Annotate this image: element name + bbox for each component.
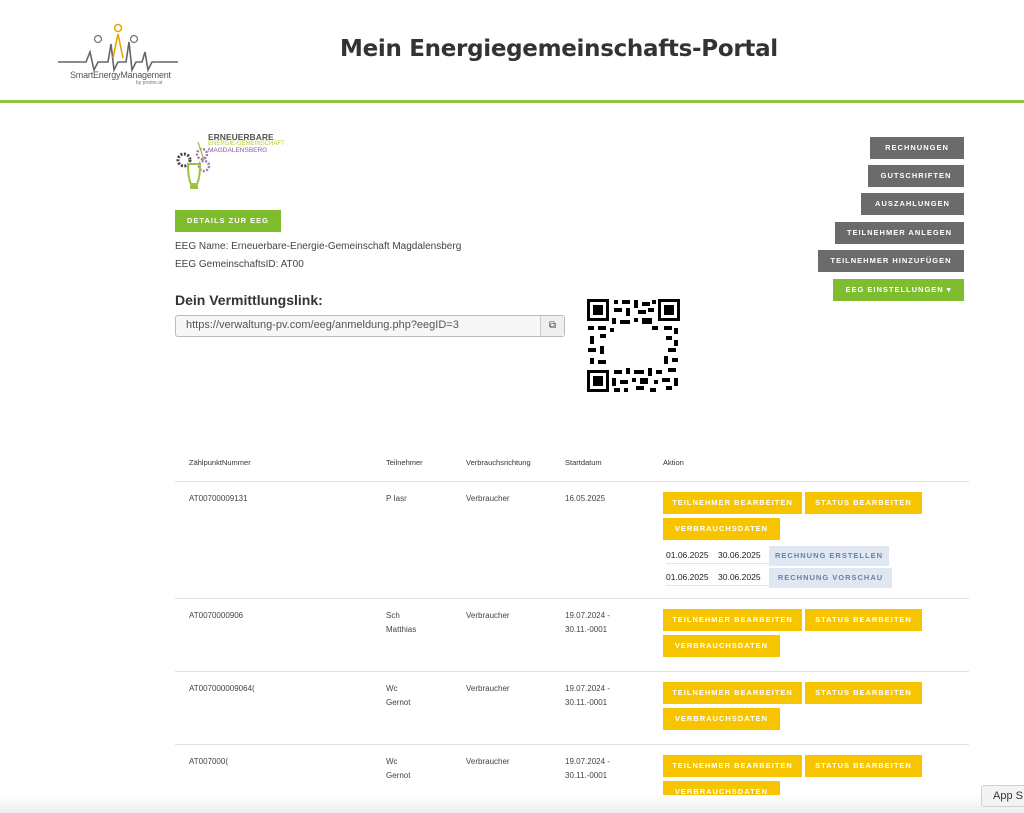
- richtung-cell: Verbraucher: [466, 494, 510, 503]
- row-divider: [175, 481, 969, 482]
- teilnehmer-bearbeiten-button[interactable]: TEILNEHMER BEARBEITEN: [663, 492, 802, 514]
- col-header-teilnehmer[interactable]: Teilnehmer: [386, 458, 423, 467]
- verbrauchsdaten-button[interactable]: VERBRAUCHSDATEN: [663, 518, 780, 540]
- logo-wordmark: SmartEnergyManagement: [70, 70, 171, 80]
- teilnehmer-cell: Wc: [386, 757, 398, 766]
- bottom-shadow-bar: [0, 795, 1024, 813]
- enddatum-cell: 30.11.-0001: [565, 625, 608, 634]
- verbrauchsdaten-button[interactable]: VERBRAUCHSDATEN: [663, 708, 780, 730]
- logo-subtitle: by promo.at: [136, 80, 163, 86]
- referral-link-field[interactable]: https://verwaltung-pv.com/eeg/anmeldung.…: [175, 315, 565, 337]
- richtung-cell: Verbraucher: [466, 757, 510, 766]
- startdatum-cell: 19.07.2024 -: [565, 684, 610, 693]
- page-title: Mein Energiegemeinschafts-Portal: [340, 36, 778, 62]
- top-header: SmartEnergyManagement by promo.at Mein E…: [0, 0, 1024, 103]
- startdatum-cell: 19.07.2024 -: [565, 757, 610, 766]
- copy-icon[interactable]: ⧉: [540, 316, 564, 336]
- richtung-cell: Verbraucher: [466, 611, 510, 620]
- eeg-id: EEG GemeinschaftsID: AT00: [175, 259, 304, 270]
- teilnehmer-firstname-cell: Matthias: [386, 625, 417, 634]
- gutschriften-button[interactable]: GUTSCHRIFTEN: [868, 165, 964, 187]
- rechnungen-button[interactable]: RECHNUNGEN: [870, 137, 964, 159]
- col-header-startdatum[interactable]: Startdatum: [565, 458, 602, 467]
- preview-from-date-field[interactable]: 01.06.2025: [666, 568, 718, 586]
- startdatum-cell: 19.07.2024 -: [565, 611, 610, 620]
- zaehlpunkt-cell: AT007000009064(: [189, 684, 255, 693]
- teilnehmer-bearbeiten-button[interactable]: TEILNEHMER BEARBEITEN: [663, 755, 802, 777]
- row-divider: [175, 671, 969, 672]
- rechnung-vorschau-button[interactable]: RECHNUNG VORSCHAU: [769, 568, 892, 588]
- col-header-aktion[interactable]: Aktion: [663, 458, 684, 467]
- teilnehmer-bearbeiten-button[interactable]: TEILNEHMER BEARBEITEN: [663, 609, 802, 631]
- rechnung-erstellen-button[interactable]: RECHNUNG ERSTELLEN: [769, 546, 889, 566]
- teilnehmer-firstname-cell: Gernot: [386, 698, 411, 707]
- details-eeg-button[interactable]: DETAILS ZUR EEG: [175, 210, 281, 232]
- teilnehmer-cell: Wc: [386, 684, 398, 693]
- status-bearbeiten-button[interactable]: STATUS BEARBEITEN: [805, 609, 922, 631]
- teilnehmer-cell: P Iasr: [386, 494, 407, 503]
- app-switcher-tab[interactable]: App S: [981, 785, 1024, 807]
- teilnehmer-bearbeiten-button[interactable]: TEILNEHMER BEARBEITEN: [663, 682, 802, 704]
- verbrauchsdaten-button[interactable]: VERBRAUCHSDATEN: [663, 635, 780, 657]
- qr-code: [586, 298, 681, 393]
- auszahlungen-button[interactable]: AUSZAHLUNGEN: [861, 193, 964, 215]
- startdatum-cell: 16.05.2025: [565, 494, 606, 503]
- status-bearbeiten-button[interactable]: STATUS BEARBEITEN: [805, 682, 922, 704]
- invoice-to-date-field[interactable]: 30.06.2025: [718, 546, 770, 564]
- zaehlpunkt-cell: AT00700009131: [189, 494, 248, 503]
- teilnehmer-anlegen-button[interactable]: TEILNEHMER ANLEGEN: [835, 222, 964, 244]
- teilnehmer-hinzufuegen-button[interactable]: TEILNEHMER HINZUFÜGEN: [818, 250, 964, 272]
- teilnehmer-cell: Sch: [386, 611, 400, 620]
- preview-to-date-field[interactable]: 30.06.2025: [718, 568, 770, 586]
- status-bearbeiten-button[interactable]: STATUS BEARBEITEN: [805, 492, 922, 514]
- teilnehmer-firstname-cell: Gernot: [386, 771, 411, 780]
- richtung-cell: Verbraucher: [466, 684, 510, 693]
- eeg-logo-line3: MAGDALENSBERG: [208, 147, 268, 154]
- enddatum-cell: 30.11.-0001: [565, 698, 608, 707]
- invoice-from-date-field[interactable]: 01.06.2025: [666, 546, 718, 564]
- col-header-zaehlpunkt[interactable]: ZählpunktNummer: [189, 458, 251, 467]
- link-heading: Dein Vermittlungslink:: [175, 292, 323, 308]
- referral-link-value[interactable]: https://verwaltung-pv.com/eeg/anmeldung.…: [186, 319, 459, 331]
- zaehlpunkt-cell: AT0070000906: [189, 611, 244, 620]
- row-divider: [175, 744, 969, 745]
- zaehlpunkt-cell: AT007000(: [189, 757, 228, 766]
- enddatum-cell: 30.11.-0001: [565, 771, 608, 780]
- row-divider: [175, 598, 969, 599]
- status-bearbeiten-button[interactable]: STATUS BEARBEITEN: [805, 755, 922, 777]
- col-header-verbrauchsrichtung[interactable]: Verbrauchsrichtung: [466, 458, 531, 467]
- eeg-name: EEG Name: Erneuerbare-Energie-Gemeinscha…: [175, 241, 462, 252]
- eeg-einstellungen-dropdown[interactable]: EEG EINSTELLUNGEN ▾: [833, 279, 964, 301]
